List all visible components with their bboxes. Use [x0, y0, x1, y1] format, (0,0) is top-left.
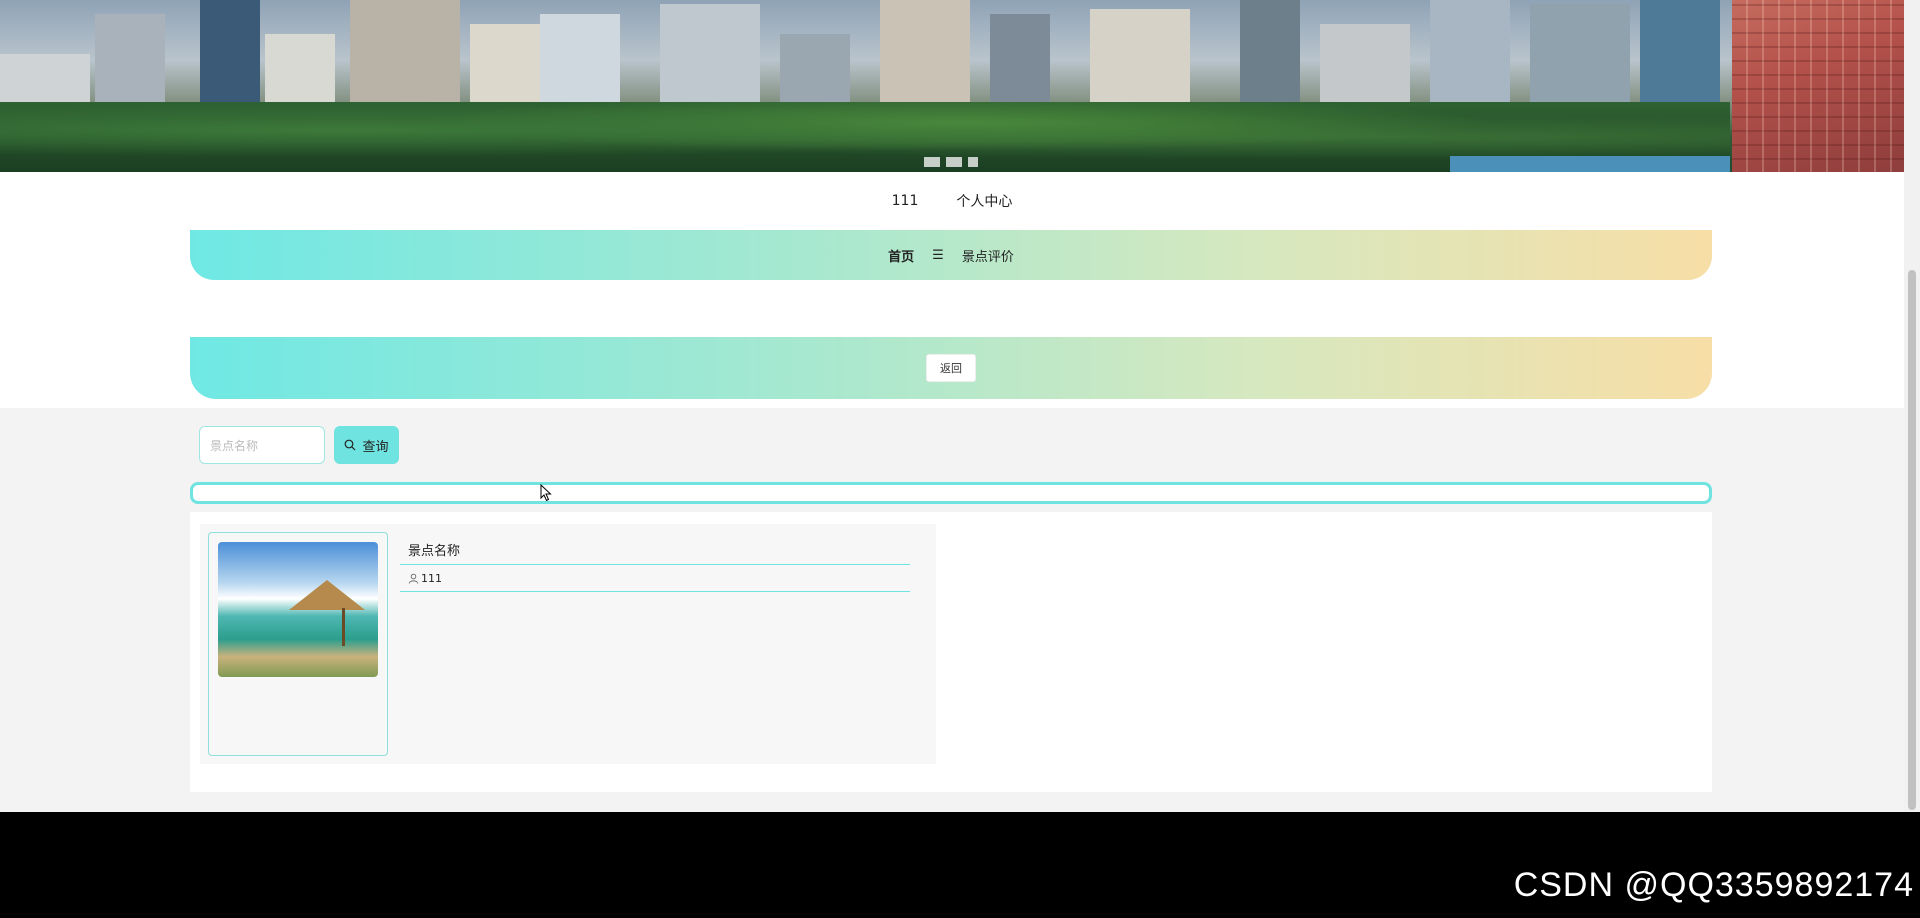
- list-item-image-frame: [208, 532, 388, 756]
- list-item-title[interactable]: 景点名称: [408, 540, 460, 559]
- carousel-dot[interactable]: [946, 157, 962, 167]
- beach-umbrella-pole: [342, 608, 345, 646]
- personal-center-link[interactable]: 个人中心: [956, 191, 1012, 211]
- content-area: 景点名称 查询 景点名称 111: [0, 408, 1904, 812]
- list-item-image[interactable]: [218, 542, 378, 677]
- back-button[interactable]: 返回: [926, 354, 976, 382]
- menu-item-home[interactable]: 首页: [888, 246, 914, 265]
- user-icon: [408, 573, 419, 584]
- menu-item-review[interactable]: 景点评价: [962, 246, 1014, 265]
- watermark: CSDN @QQ3359892174: [1513, 866, 1914, 904]
- mouse-cursor-icon: [540, 484, 552, 502]
- list-item-user-name: 111: [421, 572, 442, 585]
- search-button-label: 查询: [362, 439, 389, 455]
- back-bar: 返回: [190, 337, 1712, 399]
- page-body: 111 个人中心 首页 ☰ 景点评价 返回 景点名称 查询 景点名称 111: [0, 172, 1904, 812]
- banner-water: [1450, 156, 1730, 172]
- filter-bar: [190, 482, 1712, 504]
- main-menu: 首页 ☰ 景点评价: [190, 230, 1712, 280]
- carousel-indicators: [924, 157, 978, 167]
- search-icon: [345, 439, 356, 451]
- hero-banner: [0, 0, 1904, 172]
- beach-umbrella-graphic: [289, 580, 365, 610]
- search-input[interactable]: 景点名称: [199, 426, 325, 464]
- menu-icon: ☰: [932, 247, 944, 263]
- top-nav: 111 个人中心: [0, 172, 1904, 230]
- search-button[interactable]: 查询: [334, 426, 399, 464]
- result-list: 景点名称 111: [190, 512, 1712, 792]
- divider: [400, 564, 910, 565]
- username-link[interactable]: 111: [892, 193, 919, 209]
- carousel-dot[interactable]: [924, 157, 940, 167]
- banner-next-slide: [1732, 0, 1904, 172]
- scrollbar-thumb[interactable]: [1908, 270, 1916, 810]
- divider: [400, 591, 910, 592]
- page-scrollbar[interactable]: [1904, 0, 1920, 812]
- list-item-user: 111: [408, 572, 442, 585]
- list-item[interactable]: 景点名称 111: [200, 524, 936, 764]
- carousel-dot[interactable]: [968, 157, 978, 167]
